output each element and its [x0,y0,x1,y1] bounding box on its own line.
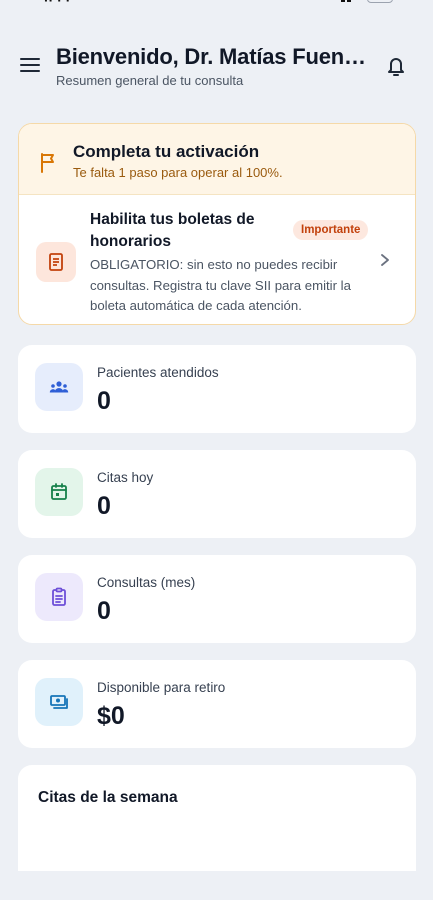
menu-icon[interactable] [20,58,40,74]
activation-subtitle: Te falta 1 paso para operar al 100%. [73,165,283,180]
users-icon-tile [35,363,83,411]
weekly-appointments-card: Citas de la semana [18,765,416,871]
item-title: Habilita tus boletas de honorarios [90,211,255,250]
stat-card-appointments-today[interactable]: Citas hoy 0 [18,450,416,538]
money-icon [50,695,68,709]
receipt-icon-tile [36,242,76,282]
clipboard-icon-tile [35,573,83,621]
stat-card-available-withdrawal[interactable]: Disponible para retiro $0 [18,660,416,748]
stat-label: Disponible para retiro [97,680,226,695]
stat-label: Citas hoy [97,470,154,485]
money-icon-tile [35,678,83,726]
importance-badge: Importante [293,220,369,240]
page-title: Bienvenido, Dr. Matías Fuenzalida [56,44,372,69]
bell-icon[interactable] [385,54,407,78]
activation-header: Completa tu activación Te falta 1 paso p… [19,124,415,195]
calendar-icon-tile [35,468,83,516]
stat-label: Consultas (mes) [97,575,196,590]
clipboard-icon [52,587,66,606]
enable-invoices-item[interactable]: Habilita tus boletas de honorarios Impor… [19,195,415,324]
stat-card-consultations-month[interactable]: Consultas (mes) 0 [18,555,416,643]
calendar-icon [51,483,67,500]
status-time: ·· · · [44,0,71,8]
status-bar: ·· · · [0,0,433,12]
stat-card-patients[interactable]: Pacientes atendidos 0 [18,345,416,433]
activation-title: Completa tu activación [73,142,260,161]
stat-value: 0 [97,597,111,625]
stat-label: Pacientes atendidos [97,365,219,380]
stat-value: 0 [97,492,111,520]
battery-icon [367,0,393,3]
page-subtitle: Resumen general de tu consulta [56,73,244,88]
app-header: Bienvenido, Dr. Matías Fuenzalida Resume… [0,40,433,100]
users-icon [49,381,69,393]
item-description: OBLIGATORIO: sin esto no puedes recibir … [90,257,351,313]
stat-value: $0 [97,702,125,730]
signal-icon [341,0,351,2]
stat-value: 0 [97,387,111,415]
activation-card: Completa tu activación Te falta 1 paso p… [18,123,416,325]
receipt-icon [49,253,63,271]
flag-icon [41,153,54,173]
chevron-right-icon [381,254,389,266]
section-title: Citas de la semana [38,789,178,806]
